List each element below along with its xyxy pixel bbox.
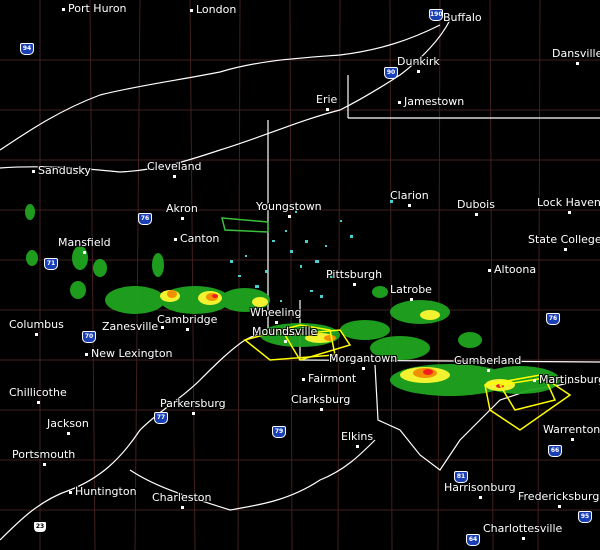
- city-huntington: Huntington: [69, 485, 137, 498]
- highway-shield-i76-oh: 76: [138, 213, 152, 225]
- city-moundsville: Moundsville: [252, 325, 318, 343]
- highway-shield-i64: 64: [466, 534, 480, 546]
- city-cleveland: Cleveland: [147, 160, 202, 178]
- city-youngstown: Youngstown: [256, 200, 322, 218]
- city-erie: Erie: [316, 93, 338, 111]
- highway-shield-i79: 79: [272, 426, 286, 438]
- highway-shield-i76-pa: 76: [546, 313, 560, 325]
- city-lock-haven: Lock Haven: [537, 196, 600, 214]
- city-charlottesville: Charlottesville: [483, 522, 563, 540]
- warning-polygons: [221, 217, 572, 431]
- city-clarksburg: Clarksburg: [291, 393, 351, 411]
- highway-shield-i70: 70: [82, 331, 96, 343]
- city-altoona: Altoona: [487, 263, 537, 276]
- city-fairmont: Fairmont: [301, 372, 357, 385]
- city-columbus: Columbus: [9, 318, 64, 336]
- city-parkersburg: Parkersburg: [160, 397, 226, 415]
- city-fredericksburg: Fredericksburg: [518, 490, 600, 508]
- city-mansfield: Mansfield: [58, 236, 111, 254]
- city-sandusky: Sandusky: [32, 164, 91, 177]
- city-jamestown: Jamestown: [397, 95, 465, 108]
- city-clarion: Clarion: [390, 189, 429, 207]
- city-dansville: Dansville: [552, 48, 600, 65]
- city-state-college: State College: [528, 233, 600, 251]
- city-wheeling: Wheeling: [250, 306, 302, 324]
- city-jackson: Jackson: [47, 417, 89, 435]
- city-morgantown: Morgantown: [329, 352, 398, 370]
- city-portsmouth: Portsmouth: [12, 448, 76, 466]
- radar-map: Port Huron London Buffalo Dunkirk Dansvi…: [0, 0, 600, 550]
- highway-shield-i95: 95: [578, 511, 592, 523]
- city-zanesville: Zanesville: [102, 320, 165, 333]
- highway-shield-us23: 23: [33, 521, 47, 533]
- highway-shield-i81: 81: [454, 471, 468, 483]
- highway-shield-i94: 94: [20, 43, 34, 55]
- city-london: London: [189, 3, 237, 16]
- city-martinsburg: Martinsburg: [532, 374, 600, 386]
- state-borders: [0, 19, 600, 541]
- highway-shield-i190: 190: [429, 9, 443, 21]
- city-akron: Akron: [166, 202, 198, 220]
- city-chillicothe: Chillicothe: [9, 386, 67, 404]
- city-port-huron: Port Huron: [62, 2, 127, 15]
- city-charleston: Charleston: [152, 491, 212, 509]
- city-elkins: Elkins: [341, 430, 374, 448]
- city-warrenton: Warrenton: [543, 423, 600, 441]
- city-harrisonburg: Harrisonburg: [444, 481, 516, 499]
- highway-shield-i77: 77: [154, 412, 168, 424]
- city-pittsburgh: Pittsburgh: [326, 268, 383, 286]
- city-new-lexington: New Lexington: [85, 347, 173, 360]
- highway-shield-i66: 66: [548, 445, 562, 457]
- city-cumberland: Cumberland: [454, 354, 522, 372]
- highway-shield-i71: 71: [44, 258, 58, 270]
- city-dunkirk: Dunkirk: [397, 55, 440, 73]
- highway-shield-i90: 90: [384, 67, 398, 79]
- city-latrobe: Latrobe: [390, 283, 432, 301]
- city-canton: Canton: [173, 232, 220, 245]
- city-dubois: Dubois: [457, 198, 495, 216]
- city-cambridge: Cambridge: [157, 313, 218, 331]
- city-buffalo: Buffalo: [437, 11, 482, 24]
